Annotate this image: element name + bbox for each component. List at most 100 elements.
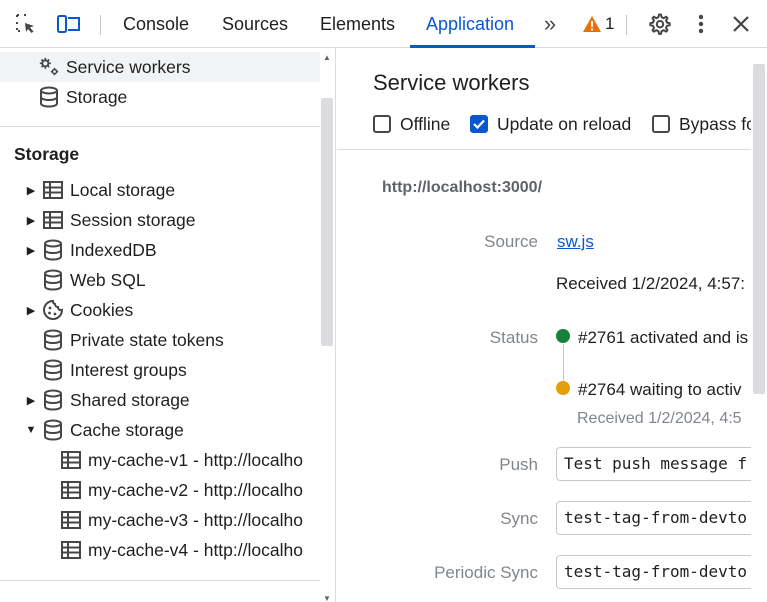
checkbox-label: Offline (400, 113, 451, 134)
gears-icon (38, 56, 60, 78)
storage-section-title: Storage (14, 144, 80, 164)
service-workers-panel: Service workers Offline Update on reload… (337, 48, 767, 602)
sidebar-item-label: Web SQL (70, 269, 146, 290)
sidebar-item-shared-storage[interactable]: ▶ Shared storage (0, 385, 320, 415)
status-waiting-received-time: Received 1/2/2024, 4:5 (577, 410, 742, 427)
sidebar-item-indexeddb[interactable]: ▶ IndexedDB (0, 235, 320, 265)
sidebar-item-local-storage[interactable]: ▶ Local storage (0, 175, 320, 205)
database-icon (42, 359, 64, 381)
main-scrollbar-thumb[interactable] (753, 64, 765, 394)
sidebar-item-cookies[interactable]: ▶ Cookies (0, 295, 320, 325)
expand-arrow-icon[interactable]: ▶ (25, 205, 37, 235)
sync-label: Sync (500, 509, 538, 528)
sidebar-item-cache-storage[interactable]: ▼ Cache storage (0, 415, 320, 445)
cache-entry-label: my-cache-v2 - http://localho (88, 479, 303, 500)
panel-divider (337, 149, 753, 150)
cache-entry-label: my-cache-v1 - http://localho (88, 449, 303, 470)
status-waiting-dot-icon (556, 381, 570, 395)
expand-arrow-icon[interactable]: ▶ (25, 295, 37, 325)
sidebar-item-label: IndexedDB (70, 239, 157, 260)
toolbar-separator (626, 15, 627, 35)
sidebar-item-label: Local storage (70, 179, 176, 200)
devtools-toolbar: Console Sources Elements Application » 1 (0, 0, 767, 48)
checkmark-icon[interactable] (470, 115, 488, 133)
warning-icon[interactable] (581, 0, 603, 48)
table-icon (60, 449, 82, 471)
application-sidebar: Service workers Storage Storage ▶ Local … (0, 48, 336, 602)
sidebar-item-label: Private state tokens (70, 329, 224, 350)
status-active-dot-icon (556, 329, 570, 343)
service-worker-origin: http://localhost:3000/ (382, 179, 543, 196)
checkbox-box[interactable] (373, 115, 391, 133)
tab-application[interactable]: Application (426, 0, 514, 48)
table-icon (42, 209, 64, 231)
push-message-input[interactable]: Test push message f (556, 447, 766, 481)
bypass-network-checkbox[interactable]: Bypass fo (652, 112, 756, 136)
sidebar-item-label: Session storage (70, 209, 196, 230)
expand-arrow-icon[interactable]: ▶ (25, 385, 37, 415)
checkbox-label: Update on reload (497, 113, 632, 134)
table-icon (60, 509, 82, 531)
table-icon (42, 179, 64, 201)
tab-sources[interactable]: Sources (222, 0, 288, 48)
page-title: Service workers (373, 70, 530, 95)
sidebar-item-interest-groups[interactable]: Interest groups (0, 355, 320, 385)
sidebar-item-label: Interest groups (70, 359, 187, 380)
update-on-reload-checkbox[interactable]: Update on reload (470, 112, 631, 136)
offline-checkbox[interactable]: Offline (373, 112, 450, 136)
sidebar-item-private-state-tokens[interactable]: Private state tokens (0, 325, 320, 355)
database-icon (42, 329, 64, 351)
status-label: Status (489, 328, 538, 347)
cookie-icon (42, 299, 64, 321)
sidebar-item-session-storage[interactable]: ▶ Session storage (0, 205, 320, 235)
source-label: Source (484, 232, 538, 251)
cache-entry-v1[interactable]: my-cache-v1 - http://localho (0, 445, 320, 475)
database-icon (38, 86, 60, 108)
cache-entry-v2[interactable]: my-cache-v2 - http://localho (0, 475, 320, 505)
collapse-arrow-icon[interactable]: ▼ (25, 415, 37, 445)
more-options-icon[interactable] (690, 0, 712, 48)
table-icon (60, 479, 82, 501)
sidebar-item-web-sql[interactable]: Web SQL (0, 265, 320, 295)
periodic-sync-label: Periodic Sync (434, 563, 538, 582)
expand-arrow-icon[interactable]: ▶ (25, 175, 37, 205)
database-icon (42, 419, 64, 441)
sidebar-item-label: Cookies (70, 299, 134, 320)
status-active-text: #2761 activated and is (578, 328, 749, 347)
sidebar-divider (0, 580, 320, 581)
sidebar-item-label: Storage (66, 86, 128, 107)
sidebar-scrollbar-thumb[interactable] (321, 98, 333, 346)
database-icon (42, 239, 64, 261)
table-icon (60, 539, 82, 561)
more-tabs-icon[interactable]: » (537, 0, 563, 48)
warning-count[interactable]: 1 (605, 0, 614, 48)
sidebar-item-service-workers[interactable]: Service workers (0, 52, 320, 82)
sidebar-item-storage[interactable]: Storage (0, 82, 320, 112)
sync-tag-input[interactable]: test-tag-from-devto (556, 501, 766, 535)
checkbox-box[interactable] (652, 115, 670, 133)
scroll-down-arrow-icon[interactable]: ▼ (323, 594, 331, 602)
cache-entry-label: my-cache-v4 - http://localho (88, 539, 303, 560)
settings-gear-icon[interactable] (647, 0, 673, 48)
source-received-time: Received 1/2/2024, 4:57: (556, 274, 746, 293)
cache-entry-v4[interactable]: my-cache-v4 - http://localho (0, 535, 320, 565)
sidebar-item-label: Shared storage (70, 389, 190, 410)
tab-console[interactable]: Console (123, 0, 189, 48)
sidebar-item-label: Service workers (66, 56, 191, 77)
close-icon[interactable] (729, 0, 753, 48)
status-waiting-text: #2764 waiting to activ (578, 380, 742, 399)
expand-arrow-icon[interactable]: ▶ (25, 235, 37, 265)
scroll-up-arrow-icon[interactable]: ▲ (323, 53, 331, 62)
checkbox-label: Bypass fo (679, 113, 756, 134)
database-icon (42, 269, 64, 291)
database-icon (42, 389, 64, 411)
inspect-element-icon[interactable] (12, 0, 40, 48)
sidebar-item-label: Cache storage (70, 419, 184, 440)
device-toolbar-icon[interactable] (54, 0, 84, 48)
status-connector-line (563, 344, 564, 384)
toolbar-separator (100, 15, 101, 35)
cache-entry-v3[interactable]: my-cache-v3 - http://localho (0, 505, 320, 535)
source-link[interactable]: sw.js (557, 232, 594, 252)
periodic-sync-tag-input[interactable]: test-tag-from-devto (556, 555, 766, 589)
tab-elements[interactable]: Elements (320, 0, 395, 48)
